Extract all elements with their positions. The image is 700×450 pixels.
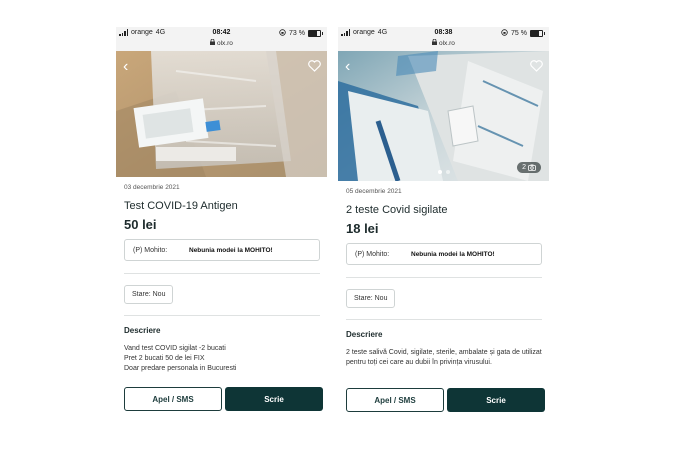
divider bbox=[124, 273, 320, 274]
listing-price: 18 lei bbox=[346, 221, 379, 236]
divider bbox=[346, 319, 542, 320]
battery-icon bbox=[530, 30, 545, 37]
url-bar[interactable]: olx.ro bbox=[338, 38, 549, 47]
listing-details: 03 decembrie 2021 Test COVID-19 Antigen … bbox=[124, 177, 320, 374]
description-line: Pret 2 bucati 50 de lei FIX bbox=[124, 355, 205, 362]
rotation-lock-icon bbox=[279, 29, 286, 38]
listing-photo[interactable]: ‹ bbox=[116, 51, 327, 177]
listing-photo[interactable]: ‹ 2 bbox=[338, 51, 549, 181]
rotation-lock-icon bbox=[501, 29, 508, 38]
condition-badge: Stare: Nou bbox=[346, 289, 396, 308]
promo-slogan: Nebunia modei la MOHITO! bbox=[189, 246, 273, 254]
phone-screen-right: orange 4G 08:38 olx.ro 75 % ‹ 2 05 decem… bbox=[338, 27, 549, 427]
heart-icon[interactable] bbox=[308, 60, 321, 72]
url-bar[interactable]: olx.ro bbox=[116, 38, 327, 47]
write-message-button[interactable]: Scrie bbox=[447, 388, 545, 412]
listing-title: 2 teste Covid sigilate bbox=[346, 204, 448, 216]
description-line: Doar predare personala in Bucuresti bbox=[124, 365, 237, 372]
lock-icon bbox=[432, 38, 439, 47]
promo-seller: (P) Mohito: bbox=[355, 250, 390, 258]
promo-seller: (P) Mohito: bbox=[133, 246, 168, 254]
description-text: Vand test COVID sigilat -2 bucati Pret 2… bbox=[124, 344, 320, 374]
write-message-button[interactable]: Scrie bbox=[225, 387, 323, 411]
battery-percent: 75 % bbox=[511, 30, 527, 37]
call-sms-button[interactable]: Apel / SMS bbox=[346, 388, 444, 412]
description-heading: Descriere bbox=[124, 326, 161, 335]
description-line: 2 teste salivă Covid, sigilate, sterile,… bbox=[346, 349, 542, 366]
action-bar: Apel / SMS Scrie bbox=[124, 387, 326, 411]
action-bar: Apel / SMS Scrie bbox=[346, 388, 548, 412]
status-bar: orange 4G 08:38 olx.ro 75 % bbox=[338, 27, 549, 51]
back-chevron-icon[interactable]: ‹ bbox=[345, 59, 350, 75]
heart-icon[interactable] bbox=[530, 60, 543, 72]
phone-screen-left: orange 4G 08:42 olx.ro 73 % ‹ 03 decembr… bbox=[116, 27, 327, 427]
listing-title: Test COVID-19 Antigen bbox=[124, 200, 238, 212]
listing-date: 05 decembrie 2021 bbox=[346, 188, 402, 195]
battery-percent: 73 % bbox=[289, 30, 305, 37]
listing-details: 05 decembrie 2021 2 teste Covid sigilate… bbox=[346, 181, 542, 368]
description-text: 2 teste salivă Covid, sigilate, sterile,… bbox=[346, 348, 542, 368]
description-heading: Descriere bbox=[346, 330, 383, 339]
promo-banner[interactable]: (P) Mohito: Nebunia modei la MOHITO! bbox=[346, 243, 542, 265]
listing-date: 03 decembrie 2021 bbox=[124, 184, 180, 191]
call-sms-button[interactable]: Apel / SMS bbox=[124, 387, 222, 411]
divider bbox=[346, 277, 542, 278]
battery-icon bbox=[308, 30, 323, 37]
url-text: olx.ro bbox=[438, 40, 455, 47]
back-chevron-icon[interactable]: ‹ bbox=[123, 59, 128, 75]
listing-price: 50 lei bbox=[124, 217, 157, 232]
lock-icon bbox=[210, 38, 217, 47]
promo-banner[interactable]: (P) Mohito: Nebunia modei la MOHITO! bbox=[124, 239, 320, 261]
promo-slogan: Nebunia modei la MOHITO! bbox=[411, 250, 495, 258]
status-bar: orange 4G 08:42 olx.ro 73 % bbox=[116, 27, 327, 51]
condition-badge: Stare: Nou bbox=[124, 285, 174, 304]
divider bbox=[124, 315, 320, 316]
carousel-dots bbox=[338, 170, 549, 174]
url-text: olx.ro bbox=[216, 40, 233, 47]
description-line: Vand test COVID sigilat -2 bucati bbox=[124, 345, 226, 352]
